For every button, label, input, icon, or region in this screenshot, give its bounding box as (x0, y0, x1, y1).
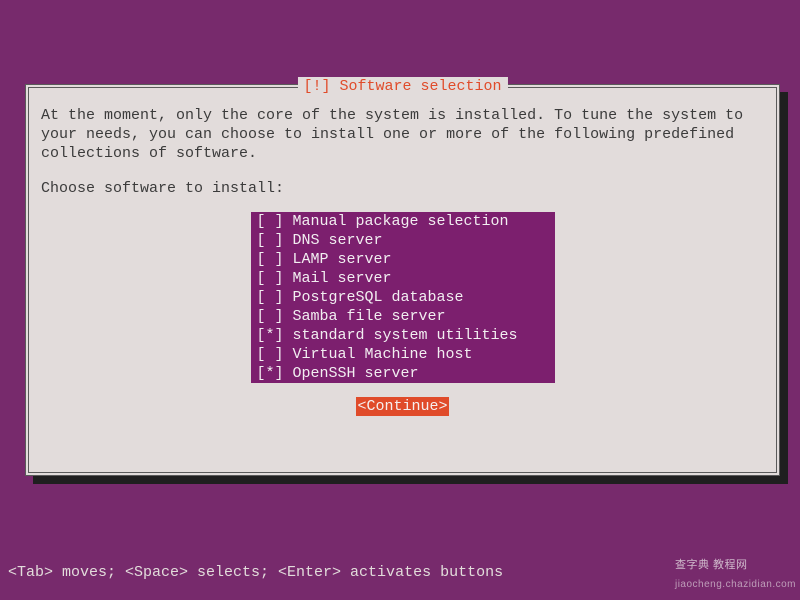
software-option[interactable]: [ ] Samba file server (251, 307, 555, 326)
software-selection-dialog: [!] Software selection At the moment, on… (25, 84, 780, 476)
software-option-list: [ ] Manual package selection[ ] DNS serv… (251, 212, 555, 383)
software-option[interactable]: [ ] Virtual Machine host (251, 345, 555, 364)
watermark: 查字典 教程网 jiaocheng.chazidian.com (675, 556, 796, 594)
software-option[interactable]: [ ] Manual package selection (251, 212, 555, 231)
watermark-primary: 查字典 教程网 (675, 559, 748, 571)
software-option[interactable]: [ ] LAMP server (251, 250, 555, 269)
software-option[interactable]: [*] OpenSSH server (251, 364, 555, 383)
continue-button[interactable]: <Continue> (356, 397, 448, 416)
software-option[interactable]: [ ] DNS server (251, 231, 555, 250)
dialog-description: At the moment, only the core of the syst… (41, 106, 764, 163)
watermark-secondary: jiaocheng.chazidian.com (675, 575, 796, 594)
dialog-title: [!] Software selection (297, 77, 507, 96)
software-option[interactable]: [ ] Mail server (251, 269, 555, 288)
help-line: <Tab> moves; <Space> selects; <Enter> ac… (8, 563, 503, 582)
button-row: <Continue> (29, 397, 776, 416)
software-option[interactable]: [*] standard system utilities (251, 326, 555, 345)
dialog-prompt: Choose software to install: (41, 179, 776, 198)
software-option[interactable]: [ ] PostgreSQL database (251, 288, 555, 307)
